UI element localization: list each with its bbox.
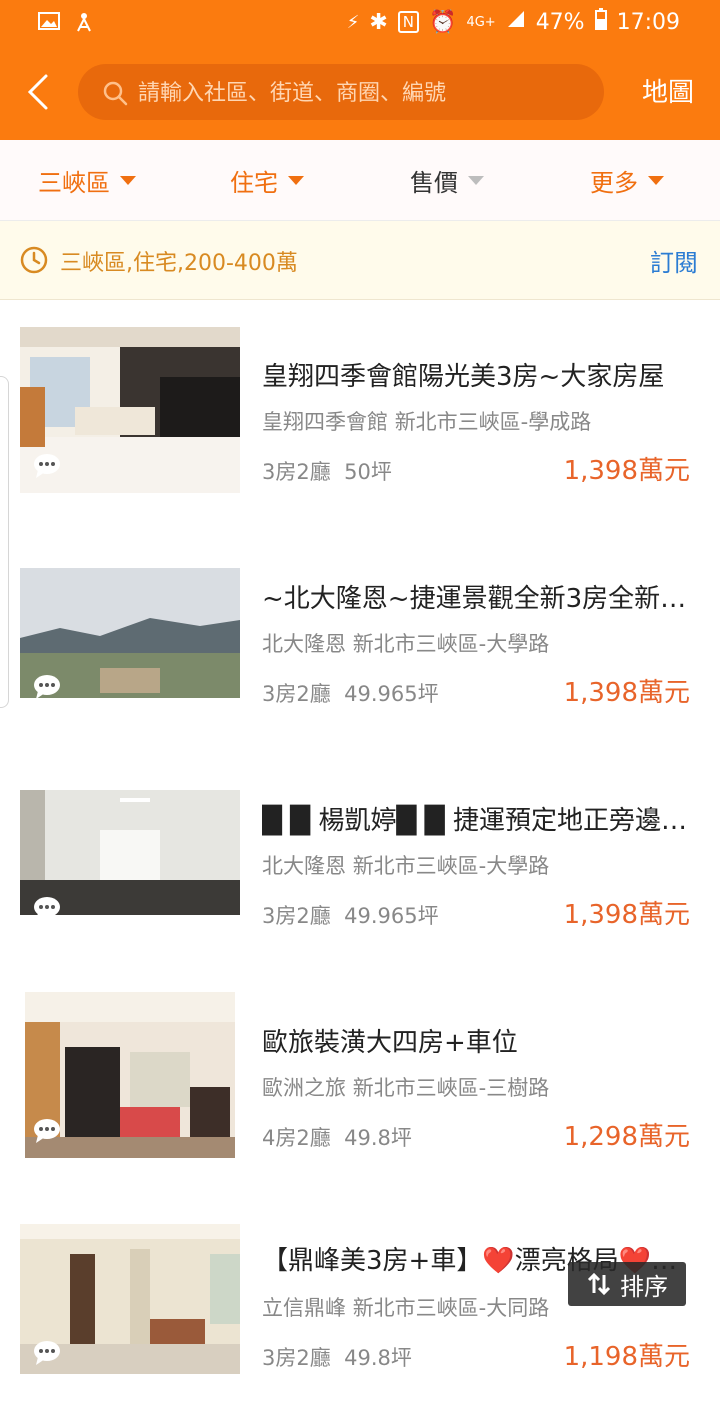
listing-item[interactable]: 皇翔四季會館陽光美3房~大家房屋 皇翔四季會館 新北市三峽區-學成路 3房2廳 … xyxy=(0,300,720,522)
caret-down-icon xyxy=(288,175,304,185)
caret-down-icon xyxy=(648,175,664,185)
filter-more-label: 更多 xyxy=(590,168,638,197)
network-type-label: 4G+ xyxy=(466,14,496,30)
filter-bar: 三峽區 住宅 售價 更多 xyxy=(0,140,720,221)
search-history-bar[interactable]: 三峽區,住宅,200-400萬 訂閱 xyxy=(0,221,720,300)
filter-price[interactable]: 售價 xyxy=(410,140,484,220)
listing-title: ~北大隆恩~捷運景觀全新3房全新裝潢 xyxy=(262,584,692,614)
clock-icon xyxy=(20,246,48,274)
top-toolbar: 地圖 xyxy=(0,44,720,140)
listing-location: 北大隆恩 新北市三峽區-大學路 xyxy=(262,628,549,658)
bluetooth-icon: ✱ xyxy=(369,9,388,35)
listing-community: 歐洲之旅 xyxy=(262,1076,346,1100)
cell-signal-icon xyxy=(506,9,526,35)
sort-arrows-icon xyxy=(587,1272,611,1296)
listing-title: █ █ 楊凱婷█ █ 捷運預定地正旁邊大3房 xyxy=(262,806,692,836)
listing-community: 北大隆恩 xyxy=(262,632,346,656)
battery-level: 47% xyxy=(535,9,585,35)
listing-address: 新北市三峽區-大學路 xyxy=(352,632,550,656)
listing-area: 49.965坪 xyxy=(344,904,439,928)
caret-down-icon xyxy=(468,175,484,185)
status-bar: ⚡ ✱ N ⏰ 4G+ 47% 17:09 xyxy=(0,0,720,44)
filter-price-label: 售價 xyxy=(410,168,458,197)
listing-location: 北大隆恩 新北市三峽區-大學路 xyxy=(262,850,549,880)
listing-layout: 3房2廳 xyxy=(262,904,331,928)
listing-location: 立信鼎峰 新北市三峽區-大同路 xyxy=(262,1292,549,1322)
listing-layout: 3房2廳 xyxy=(262,682,331,706)
listing-community: 皇翔四季會館 xyxy=(262,410,388,434)
listing-area: 49.965坪 xyxy=(344,682,439,706)
listing-specs: 3房2廳 49.8坪 xyxy=(262,1342,412,1372)
chat-bubble-icon xyxy=(34,675,60,699)
alarm-icon: ⏰ xyxy=(429,9,457,35)
subscribe-button[interactable]: 訂閱 xyxy=(650,243,698,278)
battery-icon xyxy=(594,8,607,36)
chat-bubble-icon xyxy=(34,1119,60,1143)
listing-address: 新北市三峽區-大學路 xyxy=(352,854,550,878)
listing-area: 49.8坪 xyxy=(344,1126,412,1150)
chat-bubble-icon xyxy=(34,454,60,478)
gallery-notification-icon xyxy=(38,11,60,36)
listing-item[interactable]: 歐旅裝潢大四房+車位 歐洲之旅 新北市三峽區-三樹路 4房2廳 49.8坪 1,… xyxy=(0,966,720,1188)
map-button[interactable]: 地圖 xyxy=(642,72,694,109)
listing-address: 新北市三峽區-大同路 xyxy=(352,1296,550,1320)
listing-price: 1,398萬元 xyxy=(563,900,690,930)
listing-address: 新北市三峽區-學成路 xyxy=(394,410,592,434)
listing-photo xyxy=(20,992,240,1158)
filter-property-type-label: 住宅 xyxy=(230,168,278,197)
listing-price: 1,398萬元 xyxy=(563,678,690,708)
search-input[interactable] xyxy=(136,64,580,122)
listing-item[interactable]: ~北大隆恩~捷運景觀全新3房全新裝潢 北大隆恩 新北市三峽區-大學路 3房2廳 … xyxy=(0,522,720,744)
listing-photo xyxy=(20,770,240,936)
listing-specs: 3房2廳 49.965坪 xyxy=(262,900,439,930)
filter-district-label: 三峽區 xyxy=(38,168,110,197)
listing-specs: 3房2廳 50坪 xyxy=(262,456,392,486)
clock-time: 17:09 xyxy=(616,9,680,35)
listing-photo xyxy=(20,548,240,714)
filter-more[interactable]: 更多 xyxy=(590,140,664,220)
search-history-text: 三峽區,住宅,200-400萬 xyxy=(60,251,298,276)
signal-tower-notification-icon xyxy=(74,10,94,37)
listing-area: 49.8坪 xyxy=(344,1346,412,1370)
listing-specs: 4房2廳 49.8坪 xyxy=(262,1122,412,1152)
chat-bubble-icon xyxy=(34,1341,60,1365)
filter-property-type[interactable]: 住宅 xyxy=(230,140,304,220)
sort-button[interactable]: 排序 xyxy=(568,1262,686,1306)
chat-bubble-icon xyxy=(34,897,60,921)
listing-community: 北大隆恩 xyxy=(262,854,346,878)
listing-title: 皇翔四季會館陽光美3房~大家房屋 xyxy=(262,362,665,392)
listing-community: 立信鼎峰 xyxy=(262,1296,346,1320)
search-icon xyxy=(103,81,128,106)
filter-district[interactable]: 三峽區 xyxy=(38,140,136,220)
listing-title: 歐旅裝潢大四房+車位 xyxy=(262,1028,518,1058)
listing-location: 歐洲之旅 新北市三峽區-三樹路 xyxy=(262,1072,549,1102)
listing-layout: 3房2廳 xyxy=(262,460,331,484)
back-button[interactable] xyxy=(22,72,56,112)
listing-price: 1,298萬元 xyxy=(563,1122,690,1152)
listing-price: 1,398萬元 xyxy=(563,456,690,486)
listing-area: 50坪 xyxy=(344,460,392,484)
search-bar[interactable] xyxy=(78,64,604,122)
listing-location: 皇翔四季會館 新北市三峽區-學成路 xyxy=(262,406,591,436)
listing-specs: 3房2廳 49.965坪 xyxy=(262,678,439,708)
nfc-icon: N xyxy=(397,11,420,33)
sort-label: 排序 xyxy=(620,1272,668,1301)
caret-down-icon xyxy=(120,175,136,185)
listing-price: 1,198萬元 xyxy=(563,1342,690,1372)
listing-photo xyxy=(20,327,240,493)
listing-photo xyxy=(20,1214,240,1380)
listing-address: 新北市三峽區-三樹路 xyxy=(352,1076,550,1100)
chevron-left-icon xyxy=(27,74,48,110)
listing-layout: 4房2廳 xyxy=(262,1126,331,1150)
listing-item[interactable]: █ █ 楊凱婷█ █ 捷運預定地正旁邊大3房 北大隆恩 新北市三峽區-大學路 3… xyxy=(0,744,720,966)
battery-saver-icon: ⚡ xyxy=(346,11,360,33)
listing-layout: 3房2廳 xyxy=(262,1346,331,1370)
